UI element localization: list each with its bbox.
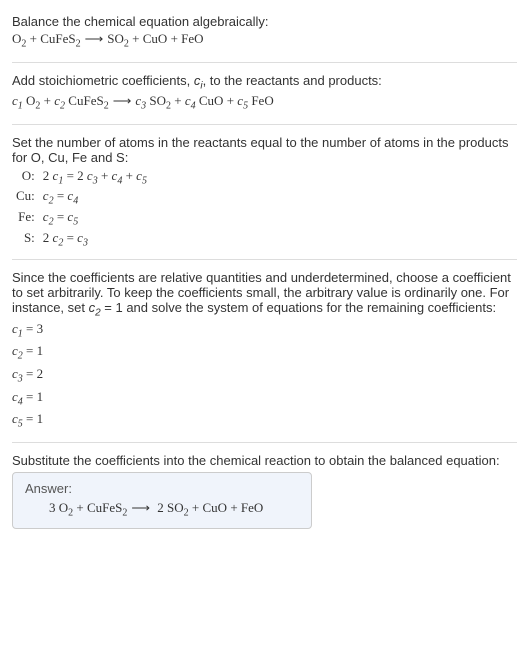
table-row: S: 2 c2 = c3	[12, 229, 151, 250]
solution-c2: c2 = 1	[12, 341, 517, 364]
table-row: Cu: c2 = c4	[12, 187, 151, 208]
species-CuFeS2: CuFeS	[40, 31, 75, 46]
coeff-c5: c5	[237, 93, 248, 108]
answer-box: Answer: 3 O2 + CuFeS2⟶ 2 SO2 + CuO + FeO	[12, 472, 312, 530]
coeff-c2: c2	[54, 93, 65, 108]
coeff-c2: c2	[89, 300, 101, 315]
solution-c1: c1 = 3	[12, 319, 517, 342]
text-part: = 1 and solve the system of equations fo…	[101, 300, 496, 315]
element-label: S:	[12, 229, 39, 250]
table-row: Fe: c2 = c5	[12, 208, 151, 229]
element-label: Fe:	[12, 208, 39, 229]
coeff-ci: ci	[194, 73, 203, 88]
text-part: , to the reactants and products:	[203, 73, 382, 88]
coeff-c3: c3	[135, 93, 146, 108]
species-O2: O	[59, 500, 68, 515]
reaction-arrow-icon: ⟶	[109, 93, 136, 108]
solution-c5: c5 = 1	[12, 409, 517, 432]
unbalanced-equation: O2 + CuFeS2⟶SO2 + CuO + FeO	[12, 29, 517, 52]
balanced-equation: 3 O2 + CuFeS2⟶ 2 SO2 + CuO + FeO	[25, 500, 299, 519]
solution-c4: c4 = 1	[12, 387, 517, 410]
divider	[12, 442, 517, 443]
divider	[12, 259, 517, 260]
sub-2: 2	[76, 39, 81, 50]
reaction-arrow-icon: ⟶	[81, 31, 108, 46]
choose-text: Since the coefficients are relative quan…	[12, 270, 517, 319]
species-CuO: CuO	[203, 500, 228, 515]
solution-c3: c3 = 2	[12, 364, 517, 387]
species-FeO: FeO	[181, 31, 203, 46]
divider	[12, 62, 517, 63]
atoms-section: Set the number of atoms in the reactants…	[12, 129, 517, 255]
species-FeO: FeO	[241, 500, 263, 515]
species-O2: O	[12, 31, 21, 46]
atoms-intro: Set the number of atoms in the reactants…	[12, 135, 517, 165]
intro-section: Balance the chemical equation algebraica…	[12, 8, 517, 58]
coeff-equation: c1 O2 + c2 CuFeS2⟶c3 SO2 + c4 CuO + c5 F…	[12, 91, 517, 114]
species-SO2: SO	[149, 93, 166, 108]
final-section: Substitute the coefficients into the che…	[12, 447, 517, 536]
plus: +	[129, 31, 143, 46]
choose-section: Since the coefficients are relative quan…	[12, 264, 517, 438]
final-text: Substitute the coefficients into the che…	[12, 453, 517, 468]
coeff-c1: c1	[12, 93, 23, 108]
species-O2: O	[26, 93, 35, 108]
plus: +	[26, 31, 40, 46]
answer-title: Answer:	[25, 481, 299, 496]
stoich-text: Add stoichiometric coefficients, ci, to …	[12, 73, 517, 92]
species-SO2: SO	[107, 31, 124, 46]
species-CuFeS2: CuFeS	[87, 500, 122, 515]
reaction-arrow-icon: ⟶	[127, 500, 154, 515]
plus: +	[167, 31, 181, 46]
element-label: O:	[12, 167, 39, 188]
element-label: Cu:	[12, 187, 39, 208]
table-row: O: 2 c1 = 2 c3 + c4 + c5	[12, 167, 151, 188]
species-SO2: SO	[167, 500, 184, 515]
divider	[12, 124, 517, 125]
species-CuO: CuO	[143, 31, 168, 46]
species-CuFeS2: CuFeS	[68, 93, 103, 108]
atom-equation: c2 = c4	[39, 187, 151, 208]
atom-equation: 2 c2 = c3	[39, 229, 151, 250]
atom-equation: c2 = c5	[39, 208, 151, 229]
atom-equation: 2 c1 = 2 c3 + c4 + c5	[39, 167, 151, 188]
species-FeO: FeO	[251, 93, 273, 108]
species-CuO: CuO	[199, 93, 224, 108]
intro-text: Balance the chemical equation algebraica…	[12, 14, 517, 29]
coeff-c4: c4	[185, 93, 196, 108]
stoich-section: Add stoichiometric coefficients, ci, to …	[12, 67, 517, 120]
text-part: Add stoichiometric coefficients,	[12, 73, 194, 88]
atoms-table: O: 2 c1 = 2 c3 + c4 + c5 Cu: c2 = c4 Fe:…	[12, 167, 151, 249]
